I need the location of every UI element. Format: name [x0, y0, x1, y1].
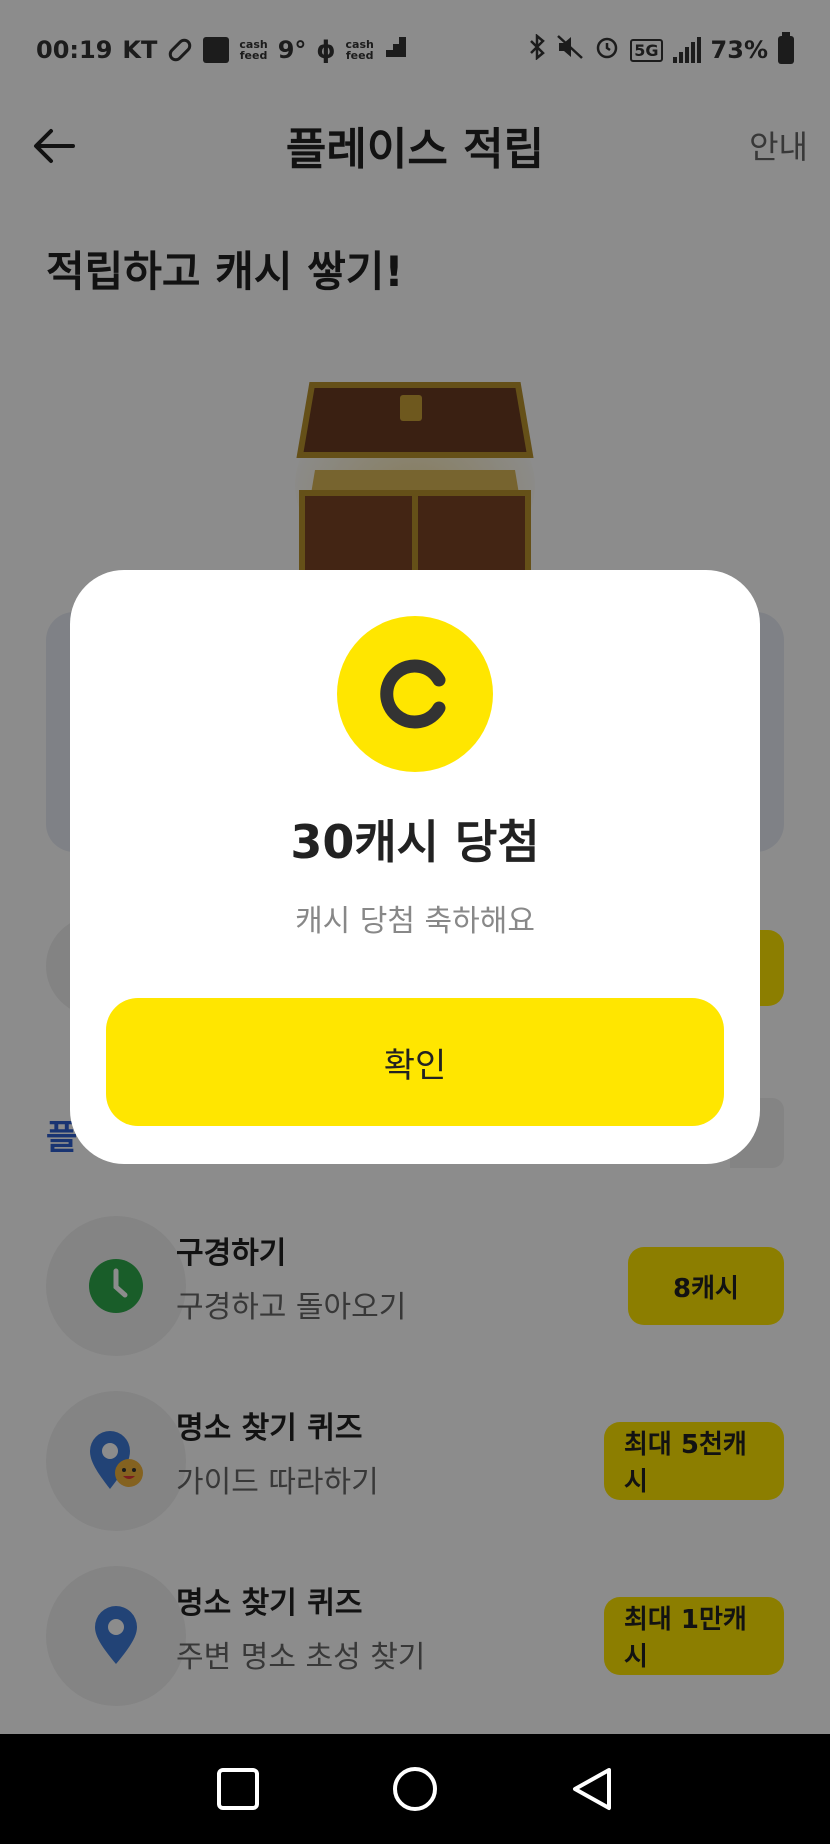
dialog-subtitle: 캐시 당첨 축하해요 [295, 904, 535, 939]
dialog-title: 30캐시 당첨 [290, 815, 540, 869]
cash-coin-icon [337, 616, 493, 772]
confirm-button[interactable]: 확인 [106, 998, 724, 1126]
back-nav-button[interactable] [562, 1759, 622, 1819]
triangle-back-icon [572, 1768, 611, 1810]
reward-dialog: 30캐시 당첨 캐시 당첨 축하해요 확인 [70, 570, 760, 1164]
recents-button[interactable] [208, 1759, 268, 1819]
square-icon [217, 1768, 260, 1810]
system-nav-bar [0, 1734, 830, 1844]
home-button[interactable] [385, 1759, 445, 1819]
circle-icon [392, 1767, 437, 1811]
letter-c-icon [380, 659, 446, 729]
